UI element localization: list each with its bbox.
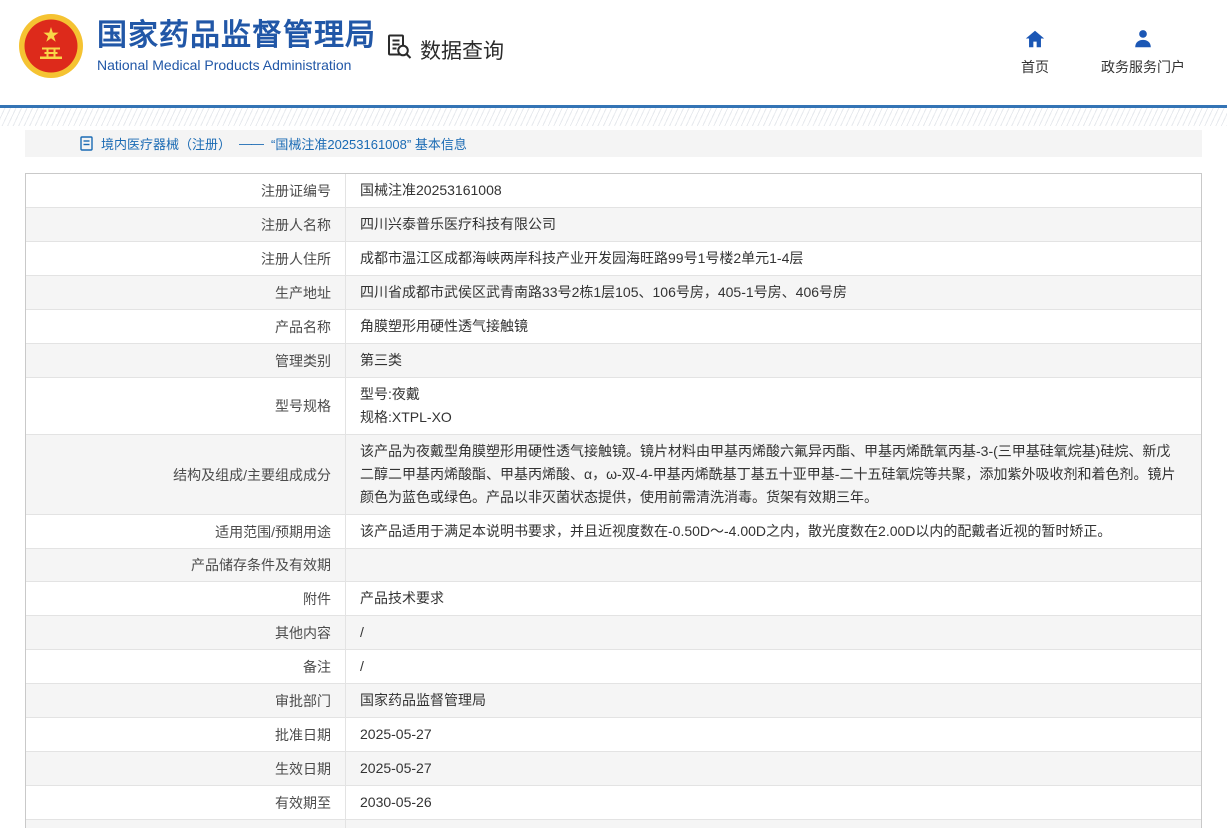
person-icon <box>1132 28 1154 50</box>
row-value: 国械注准20253161008 <box>346 174 1201 207</box>
national-emblem-icon <box>18 13 84 79</box>
row-label: 注册人名称 <box>26 208 346 241</box>
data-query-link[interactable]: 数据查询 <box>386 33 504 66</box>
row-value: 2030-05-26 <box>346 786 1201 819</box>
page: 国家药品监督管理局 National Medical Products Admi… <box>0 0 1227 828</box>
row-label: 生产地址 <box>26 276 346 309</box>
row-label: 注册证编号 <box>26 174 346 207</box>
row-value: 第三类 <box>346 344 1201 377</box>
breadcrumb-current: “国械注准20253161008” 基本信息 <box>271 134 467 153</box>
registration-info-table: 注册证编号 国械注准20253161008 注册人名称 四川兴泰普乐医疗科技有限… <box>25 173 1202 828</box>
row-value: 产品技术要求 <box>346 582 1201 615</box>
table-row: 适用范围/预期用途 该产品适用于满足本说明书要求，并且近视度数在-0.50D～-… <box>26 515 1201 549</box>
breadcrumb-section-link[interactable]: 境内医疗器械（注册） <box>101 134 231 153</box>
row-label: 注册人住所 <box>26 242 346 275</box>
table-row: 产品名称 角膜塑形用硬性透气接触镜 <box>26 310 1201 344</box>
row-label: 批准日期 <box>26 718 346 751</box>
table-row: 型号规格 型号:夜戴 规格:XTPL-XO <box>26 378 1201 435</box>
row-value: / <box>346 616 1201 649</box>
row-label: 型号规格 <box>26 378 346 434</box>
nav-home-label: 首页 <box>1021 57 1049 77</box>
row-value: 四川兴泰普乐医疗科技有限公司 <box>346 208 1201 241</box>
breadcrumb-dash: —— <box>239 136 263 151</box>
row-value: 四川省成都市武侯区武青南路33号2栋1层105、106号房，405-1号房、40… <box>346 276 1201 309</box>
row-value: 该产品适用于满足本说明书要求，并且近视度数在-0.50D～-4.00D之内，散光… <box>346 515 1201 548</box>
table-row <box>26 820 1201 828</box>
row-label <box>26 820 346 828</box>
row-label: 产品储存条件及有效期 <box>26 549 346 581</box>
row-value: 2025-05-27 <box>346 752 1201 785</box>
table-row: 审批部门 国家药品监督管理局 <box>26 684 1201 718</box>
row-label: 产品名称 <box>26 310 346 343</box>
document-icon <box>80 136 93 151</box>
nav-portal-label: 政务服务门户 <box>1101 57 1185 77</box>
table-row: 备注 / <box>26 650 1201 684</box>
row-value: / <box>346 650 1201 683</box>
table-row: 附件 产品技术要求 <box>26 582 1201 616</box>
row-label: 附件 <box>26 582 346 615</box>
top-nav: 首页 政务服务门户 <box>1021 28 1185 77</box>
table-row: 其他内容 / <box>26 616 1201 650</box>
stripe-band <box>0 108 1227 126</box>
home-icon <box>1024 28 1046 50</box>
site-header: 国家药品监督管理局 National Medical Products Admi… <box>0 0 1227 105</box>
row-label: 其他内容 <box>26 616 346 649</box>
row-label: 管理类别 <box>26 344 346 377</box>
table-row: 产品储存条件及有效期 <box>26 549 1201 582</box>
nav-portal[interactable]: 政务服务门户 <box>1101 28 1185 77</box>
row-label: 生效日期 <box>26 752 346 785</box>
content: 境内医疗器械（注册） —— “国械注准20253161008” 基本信息 注册证… <box>0 126 1227 828</box>
document-search-icon <box>386 33 413 66</box>
row-value: 2025-05-27 <box>346 718 1201 751</box>
row-label: 有效期至 <box>26 786 346 819</box>
table-row: 批准日期 2025-05-27 <box>26 718 1201 752</box>
table-row: 注册人名称 四川兴泰普乐医疗科技有限公司 <box>26 208 1201 242</box>
row-value <box>346 820 1201 828</box>
table-row: 生产地址 四川省成都市武侯区武青南路33号2栋1层105、106号房，405-1… <box>26 276 1201 310</box>
site-title: 国家药品监督管理局 <box>97 19 376 54</box>
row-value <box>346 549 1201 581</box>
site-titles: 国家药品监督管理局 National Medical Products Admi… <box>97 19 376 74</box>
row-value: 该产品为夜戴型角膜塑形用硬性透气接触镜。镜片材料由甲基丙烯酸六氟异丙酯、甲基丙烯… <box>346 435 1201 514</box>
row-value: 国家药品监督管理局 <box>346 684 1201 717</box>
table-row: 管理类别 第三类 <box>26 344 1201 378</box>
row-label: 备注 <box>26 650 346 683</box>
table-row: 注册人住所 成都市温江区成都海峡两岸科技产业开发园海旺路99号1号楼2单元1-4… <box>26 242 1201 276</box>
row-value: 成都市温江区成都海峡两岸科技产业开发园海旺路99号1号楼2单元1-4层 <box>346 242 1201 275</box>
breadcrumb: 境内医疗器械（注册） —— “国械注准20253161008” 基本信息 <box>25 130 1202 157</box>
table-row: 生效日期 2025-05-27 <box>26 752 1201 786</box>
row-label: 审批部门 <box>26 684 346 717</box>
row-value: 型号:夜戴 规格:XTPL-XO <box>346 378 1201 434</box>
row-label: 适用范围/预期用途 <box>26 515 346 548</box>
nav-home[interactable]: 首页 <box>1021 28 1049 77</box>
nmpa-logo[interactable]: 国家药品监督管理局 National Medical Products Admi… <box>18 13 376 79</box>
table-row: 有效期至 2030-05-26 <box>26 786 1201 820</box>
data-query-label: 数据查询 <box>420 35 504 65</box>
row-label: 结构及组成/主要组成成分 <box>26 435 346 514</box>
row-value: 角膜塑形用硬性透气接触镜 <box>346 310 1201 343</box>
table-row: 结构及组成/主要组成成分 该产品为夜戴型角膜塑形用硬性透气接触镜。镜片材料由甲基… <box>26 435 1201 515</box>
table-row: 注册证编号 国械注准20253161008 <box>26 174 1201 208</box>
site-subtitle: National Medical Products Administration <box>97 57 376 73</box>
